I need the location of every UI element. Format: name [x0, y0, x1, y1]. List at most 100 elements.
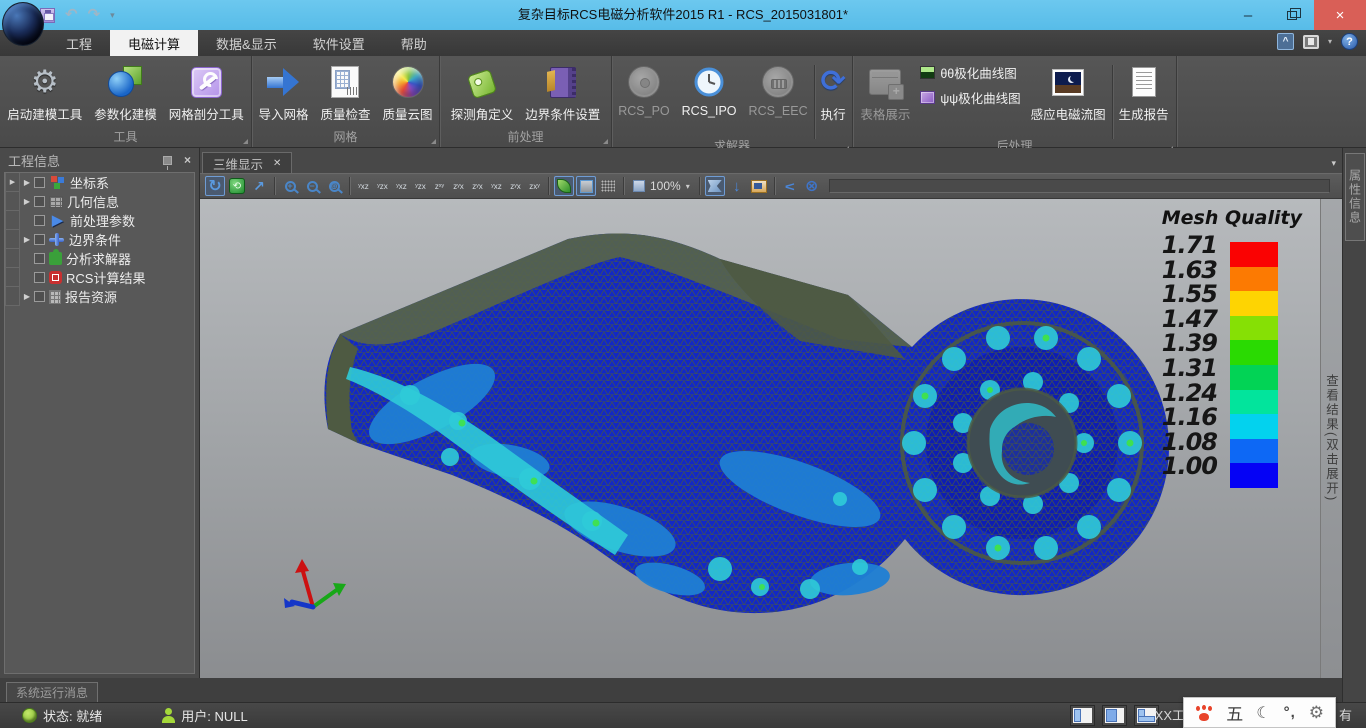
report-icon [1132, 67, 1156, 97]
rcs-ipo-button[interactable]: RCS_IPO [678, 61, 741, 120]
title-bar: ↶ ↷ ▾ 复杂目标RCS电磁分析软件2015 R1 - RCS_2015031… [0, 0, 1366, 30]
theta-polarization-curve-button[interactable]: θθ极化曲线图 [920, 63, 1020, 82]
zoom-extent-button[interactable]: ⊕ [324, 176, 344, 196]
axis-view-button[interactable]: zxʸ [526, 177, 543, 195]
rcs-po-button[interactable]: RCS_PO [614, 61, 673, 120]
tree-checkbox[interactable] [34, 272, 45, 283]
tree-checkbox[interactable] [34, 253, 45, 264]
quality-contour-button[interactable]: 质量云图 [379, 61, 437, 125]
boundary-condition-button[interactable]: 边界条件设置 [521, 61, 604, 125]
axis-view-button[interactable]: ʸxz [355, 177, 372, 195]
ime-logo-paw-icon[interactable] [1195, 705, 1213, 721]
surface-view-button[interactable] [576, 176, 596, 196]
points-view-button[interactable] [598, 176, 618, 196]
moon-icon[interactable]: ☾ [1256, 703, 1270, 723]
menu-tab-data-display[interactable]: 数据&显示 [198, 30, 295, 56]
induced-current-map-button[interactable]: 感应电磁流图 [1027, 61, 1110, 125]
menu-tab-help[interactable]: 帮助 [383, 30, 445, 56]
mesh-partition-tool-button[interactable]: 网格剖分工具 [165, 61, 248, 125]
tree-item-analysis-solver[interactable]: 分析求解器 [5, 249, 194, 268]
tab-3d-display[interactable]: 三维显示 ✕ [202, 152, 292, 173]
zoom-in-button[interactable]: + [280, 176, 300, 196]
zoom-box-icon [633, 180, 645, 192]
axis-view-button[interactable]: zʸx [469, 177, 486, 195]
tab-list-dropdown-icon[interactable]: ▾ [1331, 158, 1336, 169]
axis-view-button[interactable]: ʸzx [412, 177, 429, 195]
group-expand-icon[interactable] [431, 139, 436, 144]
pin-icon[interactable] [163, 156, 172, 165]
ime-punctuation-toggle[interactable]: °, [1284, 704, 1296, 721]
import-mesh-button[interactable]: 导入网格 [254, 61, 312, 125]
axis-view-button[interactable]: ʸxz [488, 177, 505, 195]
window-title: 复杂目标RCS电磁分析软件2015 R1 - RCS_2015031801* [0, 0, 1366, 30]
collapse-ribbon-icon[interactable]: ^ [1277, 33, 1294, 50]
start-modeling-tool-button[interactable]: ⚙ 启动建模工具 [3, 61, 86, 125]
shaded-view-button[interactable] [554, 176, 574, 196]
zoom-out-button[interactable]: − [302, 176, 322, 196]
tree-item-report-resources[interactable]: ▶ 报告资源 [5, 287, 194, 306]
parametric-modeling-button[interactable]: 参数化建模 [90, 61, 161, 125]
system-messages-tab[interactable]: 系统运行消息 [6, 682, 98, 702]
table-display-button[interactable]: 表格展示 [856, 61, 914, 125]
tree-item-preprocess-params[interactable]: ▶ 前处理参数 [5, 211, 194, 230]
cancel-operation-button[interactable]: ⊗ [802, 176, 822, 196]
restore-button[interactable] [1270, 0, 1314, 30]
tree-checkbox[interactable] [34, 291, 45, 302]
tree-item-boundary-conditions[interactable]: ▶ 边界条件 [5, 230, 194, 249]
tree-item-coordinate-system[interactable]: ▶ ▶ 坐标系 [5, 173, 194, 192]
psi-polarization-curve-button[interactable]: ψψ极化曲线图 [920, 88, 1020, 107]
download-view-button[interactable]: ↓ [727, 176, 747, 196]
bottom-band: 系统运行消息 [0, 678, 1342, 702]
minimize-button[interactable]: – [1226, 0, 1270, 30]
group-expand-icon[interactable] [603, 139, 608, 144]
execute-button[interactable]: ⟳ 执行 [817, 61, 850, 125]
expander-icon[interactable]: ▶ [20, 178, 34, 187]
layout-left-panel-icon[interactable] [1071, 706, 1094, 725]
menu-tab-em-compute[interactable]: 电磁计算 [110, 30, 198, 56]
panel-close-icon[interactable]: × [184, 153, 191, 167]
view-results-collapsed-tab[interactable]: 查看结果(双击展开) [1320, 199, 1342, 678]
menu-tab-project[interactable]: 工程 [48, 30, 110, 56]
ime-settings-gear-icon[interactable]: ⚙ [1309, 703, 1324, 723]
axis-view-button[interactable]: zʸx [450, 177, 467, 195]
zoom-level-select[interactable]: 100% ▾ [628, 176, 695, 196]
rcs-result-icon [49, 271, 62, 284]
close-button[interactable]: × [1314, 0, 1366, 30]
table-icon [869, 69, 901, 95]
probe-angle-button[interactable]: 探测角定义 [447, 61, 518, 125]
style-dropdown-icon[interactable]: ▾ [1328, 37, 1332, 46]
axis-view-button[interactable]: ʸzx [374, 177, 391, 195]
expander-icon[interactable]: ▶ [20, 292, 34, 301]
help-icon[interactable]: ? [1341, 33, 1358, 50]
3d-canvas[interactable]: Mesh Quality 1.71 1.63 1.55 1.47 1.39 1.… [200, 199, 1342, 678]
fit-view-button[interactable]: ↗ [249, 176, 269, 196]
style-options-icon[interactable] [1303, 35, 1319, 49]
axis-view-button[interactable]: zʸx [507, 177, 524, 195]
selection-mode-button[interactable] [705, 176, 725, 196]
group-expand-icon[interactable] [243, 139, 248, 144]
expander-icon[interactable]: ▶ [20, 197, 34, 206]
share-view-button[interactable]: < [780, 176, 800, 196]
ime-mode-label[interactable]: 五 [1226, 700, 1243, 725]
axis-view-button[interactable]: zˣʸ [431, 177, 448, 195]
tree-checkbox[interactable] [34, 177, 45, 188]
orbit-view-button[interactable]: ⟲ [227, 176, 247, 196]
zoom-level-value: 100% [650, 179, 681, 193]
expander-icon[interactable]: ▶ [20, 235, 34, 244]
axis-view-button[interactable]: ʸxz [393, 177, 410, 195]
tree-item-rcs-results[interactable]: RCS计算结果 [5, 268, 194, 287]
tree-checkbox[interactable] [34, 215, 45, 226]
tab-close-icon[interactable]: ✕ [273, 158, 281, 169]
quality-check-button[interactable]: 质量检查 [316, 61, 374, 125]
layout-wide-panel-icon[interactable] [1103, 706, 1126, 725]
selection-icon [708, 180, 722, 192]
generate-report-button[interactable]: 生成报告 [1115, 61, 1173, 125]
rotate-view-button[interactable]: ↻ [205, 176, 225, 196]
tree-checkbox[interactable] [34, 196, 45, 207]
rcs-eec-button[interactable]: RCS_EEC [745, 61, 812, 120]
tree-item-geometry-info[interactable]: ▶ 几何信息 [5, 192, 194, 211]
menu-tab-settings[interactable]: 软件设置 [295, 30, 383, 56]
tree-checkbox[interactable] [34, 234, 45, 245]
export-image-button[interactable] [749, 176, 769, 196]
property-info-tab[interactable]: 属性信息 [1345, 153, 1365, 241]
